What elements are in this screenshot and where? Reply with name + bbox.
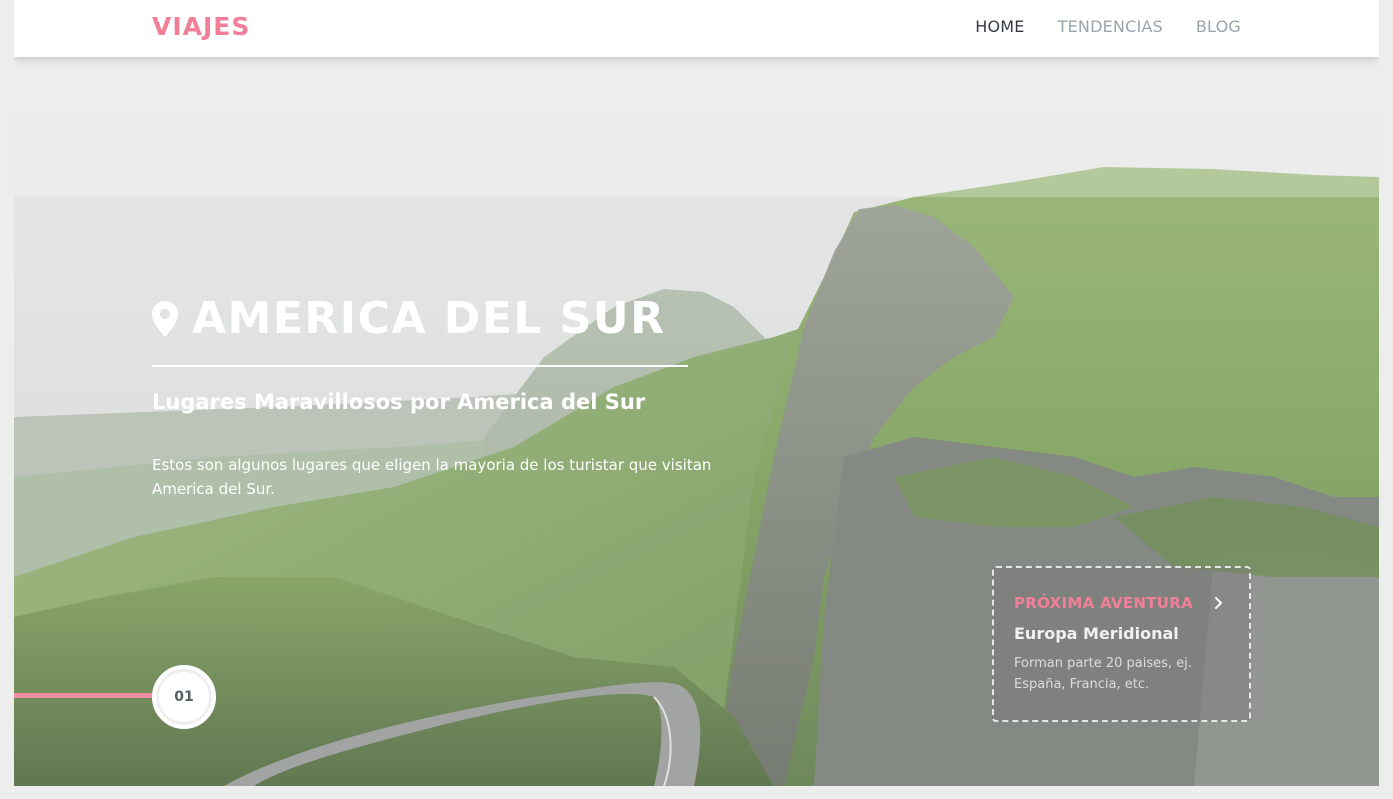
hero-title: AMERICA DEL SUR (192, 293, 666, 344)
next-adventure-description: Forman parte 20 paises, ej. España, Fran… (1014, 656, 1192, 692)
next-adventure-label: PRÓXIMA AVENTURA (1014, 594, 1194, 612)
next-adventure-name: Europa Meridional (1014, 624, 1179, 643)
page: VIAJES HOME TENDENCIAS BLOG AMERICA DEL … (14, 0, 1379, 786)
title-divider (152, 365, 688, 367)
next-adventure-card[interactable]: PRÓXIMA AVENTURA Europa Meridional Forma… (992, 566, 1251, 722)
hero-description: Estos son algunos lugares que eligen la … (152, 456, 712, 498)
map-pin-icon (152, 300, 178, 337)
slide-number-badge: 01 (152, 665, 216, 729)
hero-section: AMERICA DEL SUR Lugares Maravillosos por… (14, 57, 1379, 786)
navbar: VIAJES HOME TENDENCIAS BLOG (14, 0, 1379, 57)
nav-item-tendencias[interactable]: TENDENCIAS (1058, 17, 1163, 36)
hero-subtitle: Lugares Maravillosos por America del Sur (152, 390, 646, 414)
chevron-right-icon[interactable] (1213, 596, 1225, 610)
nav-item-blog[interactable]: BLOG (1196, 17, 1241, 36)
main-nav: HOME TENDENCIAS BLOG (975, 17, 1241, 36)
nav-item-home[interactable]: HOME (975, 17, 1024, 36)
hero-title-group: AMERICA DEL SUR (152, 293, 666, 344)
brand-logo[interactable]: VIAJES (152, 12, 250, 41)
slide-progress-bar (14, 693, 162, 698)
